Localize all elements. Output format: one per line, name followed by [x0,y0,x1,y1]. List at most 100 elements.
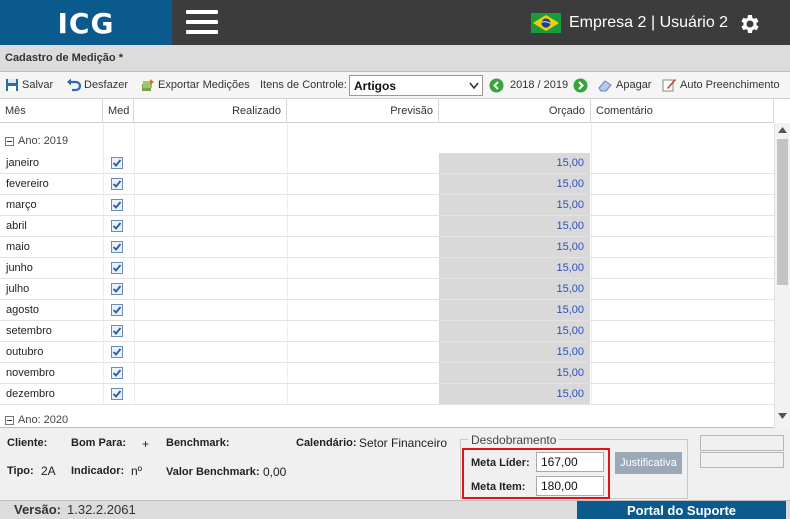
table-row[interactable]: fevereiro 15,00 [0,174,774,195]
group-row-2020[interactable]: Ano: 2020 [0,409,774,428]
form-title: Cadastro de Medição * [5,52,123,64]
checkmark-icon [112,348,122,356]
orcado-cell[interactable]: 15,00 [439,279,590,299]
undo-label: Desfazer [84,79,129,91]
med-checkbox[interactable] [111,325,123,337]
gear-icon[interactable] [737,12,761,36]
orcado-cell[interactable]: 15,00 [439,342,590,362]
orcado-cell[interactable]: 15,00 [439,195,590,215]
orcado-cell[interactable]: 15,00 [439,258,590,278]
col-previsao[interactable]: Previsão [287,99,439,123]
checkmark-icon [112,243,122,251]
orcado-cell[interactable]: 15,00 [439,363,590,383]
med-checkbox[interactable] [111,388,123,400]
orcado-cell[interactable]: 15,00 [439,216,590,236]
orcado-cell[interactable]: 15,00 [439,384,590,404]
delete-button[interactable]: Apagar [597,78,651,94]
med-checkbox[interactable] [111,178,123,190]
table-row[interactable]: abril 15,00 [0,216,774,237]
med-checkbox[interactable] [111,241,123,253]
items-select-value: Artigos [354,79,396,93]
checkmark-icon [112,285,122,293]
orcado-value: 15,00 [556,241,584,253]
brazil-flag-icon [531,13,561,33]
side-field-1[interactable] [700,435,784,451]
export-label: Exportar Medições [158,79,250,91]
company-name[interactable]: Empresa 2 [569,14,646,32]
bompara-label: Bom Para: [71,437,127,449]
med-checkbox[interactable] [111,346,123,358]
info-panel: Cliente: Bom Para: + Benchmark: Calendár… [0,428,790,500]
collapse-icon[interactable] [5,416,14,425]
meta-lider-field[interactable]: 167,00 [536,452,604,472]
med-checkbox[interactable] [111,199,123,211]
orcado-cell[interactable]: 15,00 [439,174,590,194]
checkmark-icon [112,159,122,167]
table-row[interactable]: março 15,00 [0,195,774,216]
meta-item-field[interactable]: 180,00 [536,476,604,496]
table-row[interactable]: junho 15,00 [0,258,774,279]
orcado-cell[interactable]: 15,00 [439,300,590,320]
undo-button[interactable]: Desfazer [66,78,128,94]
indicador-label: Indicador: [71,465,125,477]
orcado-value: 15,00 [556,367,584,379]
valor-benchmark-value: 0,00 [263,465,287,479]
table-row[interactable]: julho 15,00 [0,279,774,300]
calendario-label: Calendário: [296,437,357,449]
table-row[interactable]: agosto 15,00 [0,300,774,321]
autofill-label: Auto Preenchimento [680,79,780,91]
orcado-value: 15,00 [556,157,584,169]
table-row[interactable]: outubro 15,00 [0,342,774,363]
scroll-up-icon[interactable] [778,127,787,133]
orcado-value: 15,00 [556,220,584,232]
checkmark-icon [112,201,122,209]
save-button[interactable]: Salvar [5,78,53,94]
col-comentario[interactable]: Comentário [591,99,774,123]
form-title-bar: Cadastro de Medição * [0,45,790,72]
user-name[interactable]: | Usuário 2 [651,14,728,32]
table-row[interactable]: maio 15,00 [0,237,774,258]
orcado-value: 15,00 [556,388,584,400]
med-checkbox[interactable] [111,262,123,274]
collapse-icon[interactable] [5,137,14,146]
col-mes[interactable]: Mês [0,99,103,123]
save-label: Salvar [22,79,54,91]
benchmark-label: Benchmark: [166,437,230,449]
prev-arrow-icon[interactable] [489,78,504,93]
orcado-cell[interactable]: 15,00 [439,153,590,173]
justificativa-button[interactable]: Justificativa [615,452,682,474]
checkmark-icon [112,222,122,230]
med-checkbox[interactable] [111,283,123,295]
version-value: 1.32.2.2061 [67,502,136,517]
month-cell: janeiro [6,157,40,169]
scrollbar-thumb[interactable] [777,139,788,285]
med-checkbox[interactable] [111,367,123,379]
autofill-button[interactable]: Auto Preenchimento [662,78,780,94]
table-row[interactable]: dezembro 15,00 [0,384,774,405]
orcado-cell[interactable]: 15,00 [439,237,590,257]
orcado-cell[interactable]: 15,00 [439,321,590,341]
app-logo[interactable]: ICG [0,0,172,45]
table-row[interactable]: setembro 15,00 [0,321,774,342]
med-checkbox[interactable] [111,304,123,316]
month-cell: maio [6,241,30,253]
col-orcado[interactable]: Orçado [439,99,591,123]
col-med[interactable]: Med [103,99,134,123]
col-realizado[interactable]: Realizado [134,99,287,123]
med-checkbox[interactable] [111,220,123,232]
menu-icon[interactable] [186,10,218,36]
side-field-2[interactable] [700,452,784,468]
scroll-down-icon[interactable] [778,413,787,419]
group-row-2019[interactable]: Ano: 2019 [0,126,774,155]
vertical-scrollbar[interactable] [774,123,790,428]
next-arrow-icon[interactable] [573,78,588,93]
export-button[interactable]: Exportar Medições [141,78,250,94]
portal-suporte-button[interactable]: Portal do Suporte [577,501,786,519]
items-select[interactable]: Artigos [349,75,483,96]
table-row[interactable]: novembro 15,00 [0,363,774,384]
group-label: Ano: 2020 [18,414,69,426]
group-label: Ano: 2019 [18,135,69,147]
table-row[interactable]: janeiro 15,00 [0,153,774,174]
measurements-grid: Mês Med Realizado Previsão Orçado Coment… [0,99,790,428]
med-checkbox[interactable] [111,157,123,169]
